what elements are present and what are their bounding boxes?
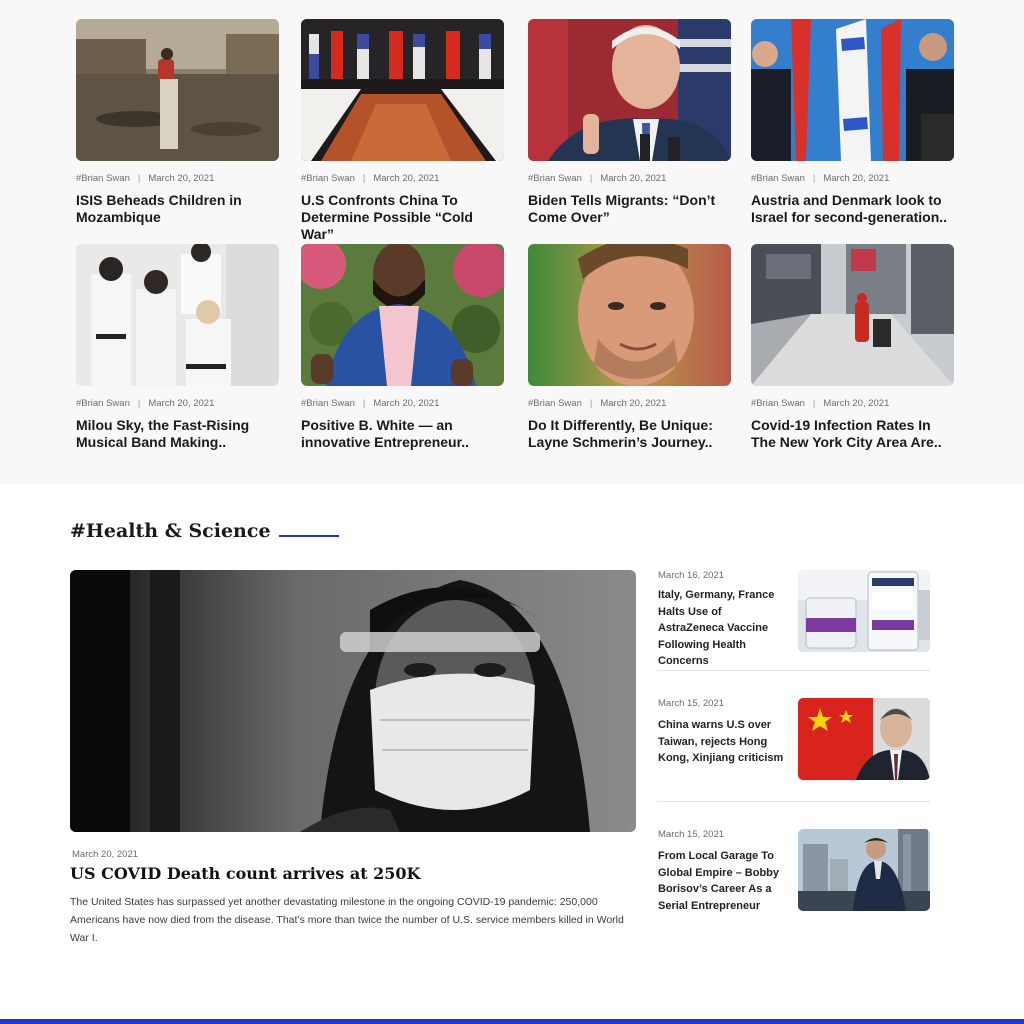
author-tag[interactable]: #Brian Swan bbox=[76, 398, 130, 409]
news-card: #Brian Swan | March 20, 2021 Positive B. W… bbox=[301, 244, 504, 451]
news-card-meta: #Brian Swan | March 20, 2021 bbox=[751, 173, 954, 184]
side-article-image[interactable] bbox=[798, 698, 930, 780]
publish-date: March 20, 2021 bbox=[600, 398, 667, 409]
news-card-title[interactable]: Covid-19 Infection Rates In The New York… bbox=[751, 417, 954, 451]
side-article-divider bbox=[658, 801, 930, 802]
news-card-title[interactable]: Positive B. White — an innovative Entrep… bbox=[301, 417, 504, 451]
news-card-image[interactable] bbox=[76, 244, 279, 386]
author-tag[interactable]: #Brian Swan bbox=[751, 398, 805, 409]
news-card-meta: #Brian Swan | March 20, 2021 bbox=[301, 398, 504, 409]
meta-separator: | bbox=[362, 398, 366, 409]
news-card-title[interactable]: Do It Differently, Be Unique: Layne Schm… bbox=[528, 417, 731, 451]
author-tag[interactable]: #Brian Swan bbox=[751, 173, 805, 184]
news-card-meta: #Brian Swan | March 20, 2021 bbox=[528, 398, 731, 409]
news-card: #Brian Swan | March 20, 2021 Do It Differe… bbox=[528, 244, 731, 451]
author-tag[interactable]: #Brian Swan bbox=[76, 173, 130, 184]
news-card: #Brian Swan | March 20, 2021 Biden Tells M… bbox=[528, 19, 731, 226]
news-card-title[interactable]: Biden Tells Migrants: “Don’t Come Over” bbox=[528, 192, 731, 226]
news-card-meta: #Brian Swan | March 20, 2021 bbox=[76, 173, 279, 184]
author-tag[interactable]: #Brian Swan bbox=[301, 173, 355, 184]
side-article-title[interactable]: Italy, Germany, France Halts Use of Astr… bbox=[658, 587, 788, 670]
side-article: March 15, 2021 From Local Garage To Glob… bbox=[658, 829, 930, 919]
news-card-meta: #Brian Swan | March 20, 2021 bbox=[751, 398, 954, 409]
news-card: #Brian Swan | March 20, 2021 ISIS Beheads … bbox=[76, 19, 279, 226]
news-card-image[interactable] bbox=[301, 244, 504, 386]
news-card: #Brian Swan | March 20, 2021 Covid-19 Infe… bbox=[751, 244, 954, 451]
side-article-image[interactable] bbox=[798, 570, 930, 652]
feature-article-date: March 20, 2021 bbox=[72, 849, 139, 860]
meta-separator: | bbox=[589, 398, 593, 409]
section-title: #Health & Science bbox=[70, 520, 271, 542]
news-card-title[interactable]: U.S Confronts China To Determine Possibl… bbox=[301, 192, 504, 243]
side-article-image[interactable] bbox=[798, 829, 930, 911]
side-article-title[interactable]: From Local Garage To Global Empire – Bob… bbox=[658, 848, 788, 914]
side-article-divider bbox=[658, 670, 930, 671]
news-card: #Brian Swan | March 20, 2021 Milou Sky, th… bbox=[76, 244, 279, 451]
side-article-title[interactable]: China warns U.S over Taiwan, rejects Hon… bbox=[658, 717, 788, 767]
section-title-underline bbox=[278, 535, 339, 537]
meta-separator: | bbox=[362, 173, 366, 184]
author-tag[interactable]: #Brian Swan bbox=[528, 398, 582, 409]
author-tag[interactable]: #Brian Swan bbox=[528, 173, 582, 184]
publish-date: March 20, 2021 bbox=[823, 173, 890, 184]
news-card-image[interactable] bbox=[528, 244, 731, 386]
author-tag[interactable]: #Brian Swan bbox=[301, 398, 355, 409]
news-card-meta: #Brian Swan | March 20, 2021 bbox=[301, 173, 504, 184]
news-card-image[interactable] bbox=[751, 244, 954, 386]
publish-date: March 20, 2021 bbox=[148, 173, 215, 184]
news-card: #Brian Swan | March 20, 2021 U.S Confronts… bbox=[301, 19, 504, 243]
section-header: #Health & Science bbox=[70, 520, 339, 542]
meta-separator: | bbox=[137, 173, 141, 184]
meta-separator: | bbox=[137, 398, 141, 409]
side-article: March 16, 2021 Italy, Germany, France Ha… bbox=[658, 570, 930, 667]
meta-separator: | bbox=[812, 398, 816, 409]
feature-article-title[interactable]: US COVID Death count arrives at 250K bbox=[70, 864, 420, 883]
meta-separator: | bbox=[812, 173, 816, 184]
publish-date: March 20, 2021 bbox=[373, 398, 440, 409]
news-card-image[interactable] bbox=[528, 19, 731, 161]
meta-separator: | bbox=[589, 173, 593, 184]
news-card-title[interactable]: ISIS Beheads Children in Mozambique bbox=[76, 192, 279, 226]
publish-date: March 20, 2021 bbox=[823, 398, 890, 409]
publish-date: March 20, 2021 bbox=[600, 173, 667, 184]
news-card-image[interactable] bbox=[751, 19, 954, 161]
feature-article-description: The United States has surpassed yet anot… bbox=[70, 896, 624, 944]
side-article: March 15, 2021 China warns U.S over Taiw… bbox=[658, 698, 930, 788]
news-card-meta: #Brian Swan | March 20, 2021 bbox=[528, 173, 731, 184]
news-card-image[interactable] bbox=[76, 19, 279, 161]
publish-date: March 20, 2021 bbox=[373, 173, 440, 184]
news-card-title[interactable]: Milou Sky, the Fast-Rising Musical Band … bbox=[76, 417, 279, 451]
publish-date: March 20, 2021 bbox=[148, 398, 215, 409]
news-card: #Brian Swan | March 20, 2021 Austria and D… bbox=[751, 19, 954, 226]
news-card-title[interactable]: Austria and Denmark look to Israel for s… bbox=[751, 192, 954, 226]
feature-article-image[interactable] bbox=[70, 570, 636, 832]
news-card-image[interactable] bbox=[301, 19, 504, 161]
footer-accent-bar bbox=[0, 1019, 1024, 1024]
top-news-grid: #Brian Swan | March 20, 2021 ISIS Beheads … bbox=[0, 0, 1024, 484]
news-card-meta: #Brian Swan | March 20, 2021 bbox=[76, 398, 279, 409]
